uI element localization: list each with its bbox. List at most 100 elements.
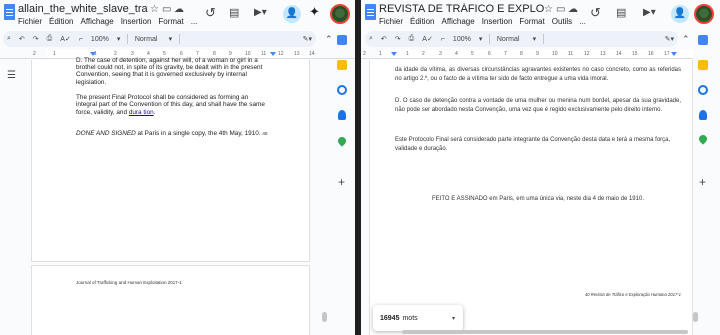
- undo-icon[interactable]: ↶: [19, 35, 25, 43]
- history-icon[interactable]: ↺: [205, 6, 216, 19]
- style-select[interactable]: Normal: [497, 36, 525, 43]
- contacts-icon[interactable]: [338, 110, 346, 120]
- vertical-scrollbar[interactable]: [693, 312, 698, 322]
- ruler-label: 11: [568, 51, 574, 57]
- left-indent-marker[interactable]: [391, 52, 397, 56]
- formatting-toolbar: ⌕ ↶ ↷ ⎙ A✓ ⌐ 100% ▾ Normal ▾ ✎▾: [365, 31, 678, 47]
- menu-format[interactable]: Format: [158, 17, 183, 26]
- paragraph: Este Protocolo Final será considerado pa…: [395, 137, 671, 152]
- meet-icon[interactable]: ▶▾: [643, 7, 656, 19]
- style-caret-icon[interactable]: ▾: [533, 35, 537, 43]
- add-addon-icon[interactable]: +: [338, 176, 345, 188]
- menu-insert[interactable]: Insertion: [482, 17, 513, 26]
- menu-file[interactable]: Fichier: [379, 17, 403, 26]
- right-indent-marker[interactable]: [671, 52, 677, 56]
- zoom-select[interactable]: 100%: [91, 36, 109, 43]
- page-footer: 40 Revista de Tráfico e Exploração Human…: [584, 292, 681, 297]
- tasks-icon[interactable]: [698, 85, 708, 95]
- comments-icon[interactable]: ▤: [616, 7, 626, 19]
- paint-format-icon[interactable]: ⌐: [441, 36, 445, 43]
- done-signed-italic: DONE AND SIGNED: [76, 130, 136, 137]
- spellcheck-icon[interactable]: A✓: [60, 35, 71, 43]
- toolbar-divider: [543, 34, 544, 44]
- formatting-toolbar: ⌕ ↶ ↷ ⎙ A✓ ⌐ 100% ▾ Normal ▾ ✎▾: [3, 31, 316, 47]
- paragraph: FEITO E ASSINADO em Paris, em uma única …: [432, 196, 644, 202]
- star-icon[interactable]: ☆: [544, 4, 553, 16]
- menu-view[interactable]: Affichage: [441, 17, 474, 26]
- edit-mode-icon[interactable]: ✎▾: [665, 35, 674, 43]
- move-folder-icon[interactable]: ▭: [162, 4, 171, 16]
- document-page[interactable]: da idade da vítima, as diversas circunst…: [369, 60, 693, 335]
- word-count-caret-icon[interactable]: ▾: [452, 315, 455, 322]
- document-title[interactable]: REVISTA DE TRÁFICO E EXPLORAÇÃ...: [379, 3, 544, 15]
- cloud-saved-icon[interactable]: ☁: [174, 4, 184, 16]
- search-menus-icon[interactable]: ⌕: [369, 35, 373, 43]
- move-folder-icon[interactable]: ▭: [556, 4, 565, 16]
- docs-logo-icon[interactable]: [4, 4, 15, 20]
- ruler-label: 14: [616, 51, 622, 57]
- keep-icon[interactable]: [337, 60, 347, 70]
- collapse-toolbar-icon[interactable]: ⌃: [682, 33, 690, 45]
- calendar-icon[interactable]: [698, 35, 708, 45]
- share-button[interactable]: 👤: [671, 5, 689, 23]
- zoom-caret-icon[interactable]: ▾: [479, 35, 483, 43]
- ruler-label: 16: [648, 51, 654, 57]
- toolbar-divider: [489, 34, 490, 44]
- history-icon[interactable]: ↺: [590, 6, 601, 19]
- account-avatar[interactable]: [694, 4, 714, 24]
- zoom-select[interactable]: 100%: [453, 36, 471, 43]
- zoom-caret-icon[interactable]: ▾: [117, 35, 121, 43]
- paragraph-text: The present Final Protocol shall be cons…: [76, 94, 265, 116]
- menu-edit[interactable]: Édition: [49, 17, 73, 26]
- menu-file[interactable]: Fichier: [18, 17, 42, 26]
- comments-icon[interactable]: ▤: [229, 7, 239, 19]
- docs-logo-icon[interactable]: [365, 4, 376, 20]
- menu-bar: Fichier Édition Affichage Insertion Form…: [18, 17, 197, 26]
- edit-mode-icon[interactable]: ✎▾: [303, 35, 312, 43]
- tasks-icon[interactable]: [337, 85, 347, 95]
- doc-link[interactable]: dura tion: [129, 109, 154, 116]
- word-count-widget[interactable]: 16945 mots ▾: [373, 305, 463, 331]
- redo-icon[interactable]: ↷: [395, 35, 401, 43]
- collapse-toolbar-icon[interactable]: ⌃: [325, 33, 333, 45]
- paint-format-icon[interactable]: ⌐: [79, 36, 83, 43]
- ruler-label: 1: [53, 51, 56, 57]
- outline-icon[interactable]: ☰: [7, 70, 16, 82]
- vertical-scrollbar[interactable]: [322, 312, 327, 322]
- menu-edit[interactable]: Édition: [410, 17, 434, 26]
- menu-view[interactable]: Affichage: [80, 17, 113, 26]
- horizontal-ruler[interactable]: 2 1 1 2 3 4 5 6 7 8 9 10 11 12 13 14 15 …: [361, 50, 693, 59]
- gemini-icon[interactable]: ✦: [309, 5, 320, 18]
- star-icon[interactable]: ☆: [150, 4, 159, 16]
- menu-insert[interactable]: Insertion: [121, 17, 152, 26]
- meet-icon[interactable]: ▶▾: [254, 7, 267, 19]
- add-addon-icon[interactable]: +: [699, 176, 706, 188]
- right-document-window: REVISTA DE TRÁFICO E EXPLORAÇÃ... ☆ ▭ ☁ …: [361, 0, 720, 335]
- search-menus-icon[interactable]: ⌕: [7, 35, 11, 43]
- cloud-saved-icon[interactable]: ☁: [568, 4, 578, 16]
- print-icon[interactable]: ⎙: [47, 35, 53, 43]
- share-button[interactable]: 👤: [283, 5, 301, 23]
- document-page[interactable]: D. The case of detention, against her wi…: [31, 57, 310, 262]
- calendar-icon[interactable]: [337, 35, 347, 45]
- spellcheck-icon[interactable]: A✓: [422, 35, 433, 43]
- style-select[interactable]: Normal: [135, 36, 161, 43]
- account-avatar[interactable]: [330, 4, 350, 24]
- right-indent-marker[interactable]: [270, 52, 276, 56]
- menu-tools[interactable]: Outils: [552, 17, 572, 26]
- menu-format[interactable]: Format: [519, 17, 544, 26]
- menu-more[interactable]: ...: [579, 17, 586, 26]
- print-icon[interactable]: ⎙: [409, 35, 415, 43]
- ruler-label: 14: [309, 51, 315, 57]
- document-title[interactable]: allain_the_white_slave_traffic_in...: [18, 3, 148, 15]
- undo-icon[interactable]: ↶: [381, 35, 387, 43]
- document-page[interactable]: Journal of Trafficking and Human Exploit…: [31, 265, 310, 335]
- maps-icon[interactable]: [697, 133, 709, 145]
- redo-icon[interactable]: ↷: [33, 35, 39, 43]
- ruler-label: 10: [552, 51, 558, 57]
- keep-icon[interactable]: [698, 60, 708, 70]
- contacts-icon[interactable]: [699, 110, 707, 120]
- horizontal-scrollbar[interactable]: [402, 330, 688, 334]
- menu-more[interactable]: ...: [191, 17, 198, 26]
- style-caret-icon[interactable]: ▾: [169, 35, 173, 43]
